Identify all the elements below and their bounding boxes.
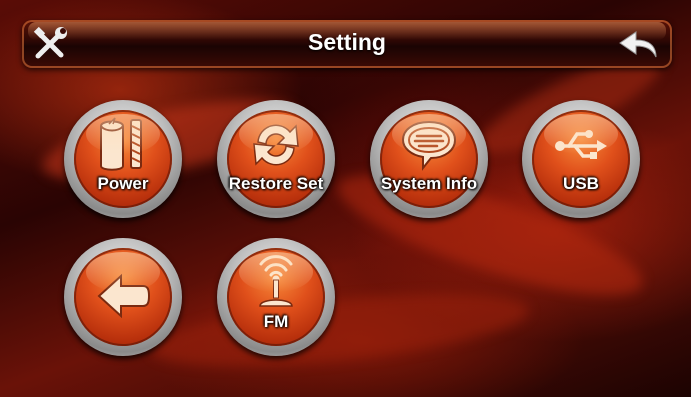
restore-set-label: Restore Set — [228, 174, 324, 193]
restore-set-button[interactable]: Restore Set — [217, 100, 335, 218]
fm-label: FM — [263, 312, 289, 331]
button-gloss — [239, 114, 313, 154]
back-tile-button[interactable] — [64, 238, 182, 356]
button-gloss — [86, 252, 160, 292]
button-gloss — [239, 252, 313, 292]
title-bar: Setting — [22, 20, 672, 68]
button-gloss — [544, 114, 618, 154]
back-button[interactable] — [616, 27, 662, 61]
power-label: Power — [97, 174, 149, 193]
usb-label: USB — [563, 174, 599, 193]
tools-icon — [33, 26, 67, 59]
page-title: Setting — [308, 29, 386, 55]
back-arrow-icon — [619, 31, 657, 58]
system-info-button[interactable]: System Info — [370, 100, 488, 218]
button-gloss — [392, 114, 466, 154]
button-gloss — [86, 114, 160, 154]
power-button[interactable]: Power — [64, 100, 182, 218]
usb-button[interactable]: USB — [522, 100, 640, 218]
fm-button[interactable]: FM — [217, 238, 335, 356]
settings-screen: Setting Power Restore Set System Info US… — [0, 0, 691, 397]
tools-button[interactable] — [30, 25, 70, 63]
